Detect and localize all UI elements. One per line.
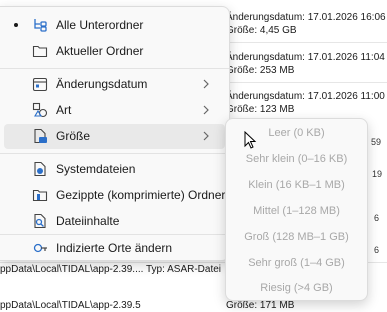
folder-icon — [32, 45, 48, 58]
file-path-2: ppData\Local\TIDAL\app-2.39.5 — [0, 300, 141, 311]
file-size-icon — [34, 128, 47, 144]
menu-item-label: Alle Unterordner — [56, 18, 144, 32]
menu-item-label: Größe — [56, 129, 91, 143]
size-option-small[interactable]: Klein (16 KB–1 MB) — [226, 179, 367, 191]
size-option-very-large[interactable]: Sehr groß (1–4 GB) — [226, 257, 367, 269]
selected-bullet-icon — [14, 23, 18, 27]
menu-item-label: Systemdateien — [56, 162, 136, 176]
zip-folder-icon — [32, 189, 48, 202]
menu-item-label: Änderungsdatum — [56, 77, 148, 91]
search-options-menu: Alle Unterordner Aktueller Ordner Änderu… — [0, 6, 230, 261]
chevron-right-icon — [203, 131, 209, 141]
file-size-bottom: Größe: 171 MB — [226, 300, 295, 311]
menu-divider — [0, 234, 229, 235]
system-file-icon — [34, 161, 46, 177]
menu-item-all-subfolders[interactable]: Alle Unterordner — [4, 13, 225, 38]
menu-item-system-files[interactable]: Systemdateien — [4, 157, 225, 182]
size-option-large[interactable]: Groß (128 MB–1 GB) — [226, 231, 367, 243]
size-option-medium[interactable]: Mittel (1–128 MB) — [226, 205, 367, 217]
size-option-very-small[interactable]: Sehr klein (0–16 KB) — [226, 153, 367, 165]
chevron-right-icon — [203, 79, 209, 89]
background-fragment: 6 — [374, 213, 380, 223]
detail-date-1: Änderungsdatum: 17.01.2026 16:06 — [226, 12, 386, 23]
menu-item-label: Art — [56, 103, 72, 117]
menu-item-file-contents[interactable]: Dateiinhalte — [4, 209, 225, 234]
background-fragment: 6 — [374, 245, 380, 255]
shapes-icon — [32, 102, 48, 118]
menu-item-kind[interactable]: Art — [4, 98, 225, 123]
detail-size-3: Größe: 123 MB — [226, 104, 295, 115]
chevron-right-icon — [203, 105, 209, 115]
menu-divider — [0, 153, 229, 154]
detail-size-1: Größe: 4,45 GB — [226, 25, 297, 36]
menu-item-zipped-folders[interactable]: Gezippte (komprimierte) Ordner — [4, 183, 225, 208]
background-fragment: 59 — [371, 137, 382, 147]
file-path-1: ppData\Local\TIDAL\app-2.39.... — [0, 264, 144, 275]
detail-date-2: Änderungsdatum: 17.01.2026 11:04 — [226, 52, 385, 63]
file-search-icon — [34, 213, 46, 229]
menu-item-label: Indizierte Orte ändern — [56, 241, 173, 255]
menu-item-label: Gezippte (komprimierte) Ordner — [56, 188, 226, 202]
detail-size-2: Größe: 253 MB — [226, 65, 295, 76]
mouse-cursor-icon — [244, 131, 257, 149]
subfolders-icon — [34, 19, 47, 32]
menu-divider — [0, 68, 229, 69]
detail-date-3: Änderungsdatum: 17.01.2026 11:00 — [226, 91, 385, 102]
menu-item-modified-date[interactable]: Änderungsdatum — [4, 72, 225, 97]
calendar-icon — [32, 77, 48, 92]
menu-item-change-indexed-locations[interactable]: Indizierte Orte ändern — [4, 236, 225, 261]
menu-item-size[interactable]: Größe — [4, 124, 225, 149]
size-option-huge[interactable]: Riesig (>4 GB) — [226, 282, 367, 294]
menu-item-label: Dateiinhalte — [56, 214, 120, 228]
menu-item-label: Aktueller Ordner — [56, 44, 144, 58]
file-type-1: Typ: ASAR-Datei — [146, 264, 222, 275]
menu-item-current-folder[interactable]: Aktueller Ordner — [4, 39, 225, 64]
background-fragment: 19 — [372, 169, 383, 179]
index-locations-icon — [33, 243, 47, 253]
